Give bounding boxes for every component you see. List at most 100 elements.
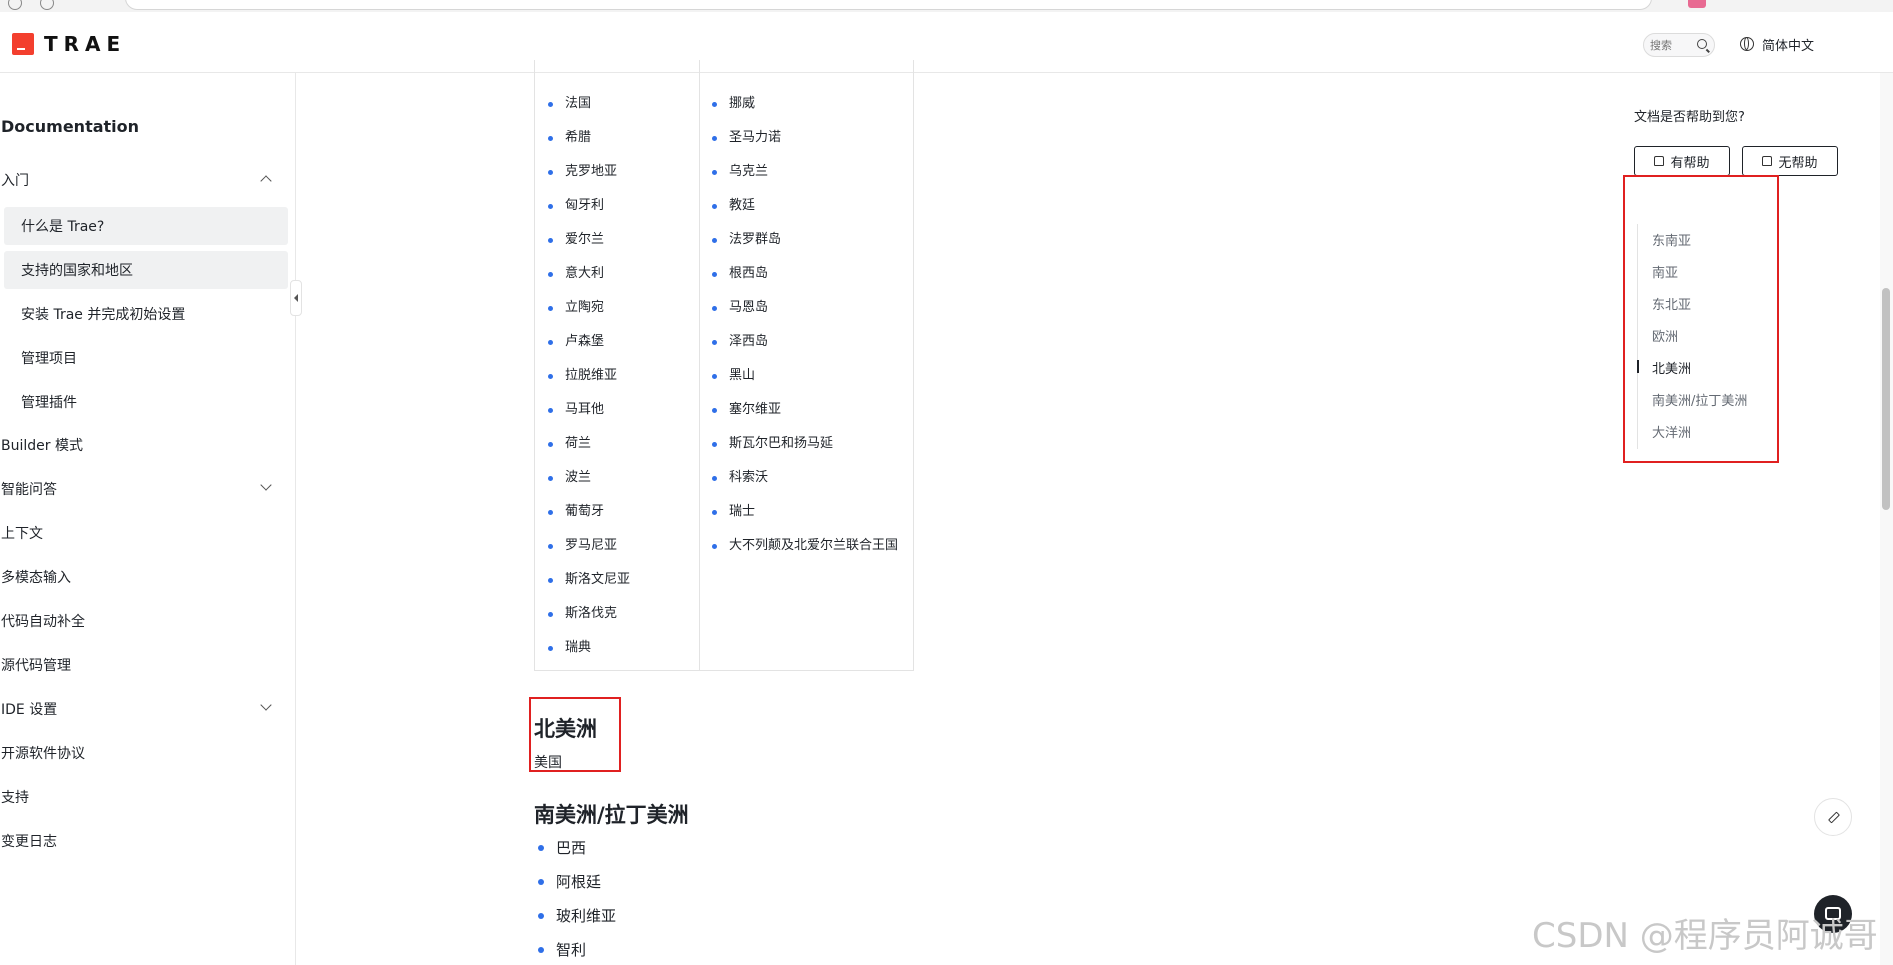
list-item-label: 阿根廷 — [556, 873, 602, 891]
bullet-icon — [538, 913, 544, 919]
table-cell-label: 罗马尼亚 — [565, 538, 618, 553]
sidebar-collapse-handle[interactable] — [290, 280, 302, 316]
table-cell-label: 乌克兰 — [729, 164, 769, 179]
watermark: CSDN @程序员阿诚哥 — [1532, 916, 1878, 956]
bullet-icon — [712, 102, 717, 107]
table-cell: 斯瓦尔巴和扬马延 — [712, 433, 904, 455]
bullet-icon — [548, 578, 553, 583]
helpful-label: 有帮助 — [1670, 155, 1710, 171]
scrollbar-thumb[interactable] — [1882, 288, 1890, 510]
reload-icon[interactable] — [40, 0, 54, 10]
table-cell: 挪威 — [712, 93, 904, 115]
sidebar-item-install[interactable]: 安装 Trae 并完成初始设置 — [4, 295, 288, 333]
table-cell: 马恩岛 — [712, 297, 904, 319]
back-icon[interactable] — [8, 0, 22, 10]
sidebar-item-builder[interactable]: Builder 模式 — [0, 426, 288, 464]
search-box[interactable] — [1643, 33, 1715, 57]
table-cell: 教廷 — [712, 195, 904, 217]
sidebar-item-label: 源代码管理 — [1, 658, 71, 674]
docs-sidebar: Documentation 入门 什么是 Trae? 支持的国家和地区 安装 T… — [0, 73, 296, 965]
bullet-icon — [548, 408, 553, 413]
list-item-label: 玻利维亚 — [556, 907, 617, 925]
sidebar-item-label: 智能问答 — [1, 482, 57, 498]
edit-page-button[interactable] — [1814, 798, 1852, 836]
sidebar-item-context[interactable]: 上下文 — [0, 514, 288, 552]
bullet-icon — [712, 204, 717, 209]
sidebar-item-what-is-trae[interactable]: 什么是 Trae? — [4, 207, 288, 245]
sidebar-item-label: 开源软件协议 — [1, 746, 85, 762]
sidebar-item-manage-plugins[interactable]: 管理插件 — [4, 383, 288, 421]
address-bar[interactable] — [125, 0, 1652, 10]
extension-icon[interactable] — [1688, 0, 1706, 8]
table-cell-label: 马耳他 — [565, 402, 605, 417]
table-cell: 科索沃 — [712, 467, 904, 489]
table-cell-label: 法国 — [565, 96, 592, 111]
helpful-button[interactable]: 有帮助 — [1634, 146, 1730, 176]
toc-item-north-america[interactable]: 北美洲 — [1652, 358, 1691, 377]
table-cell-label: 希腊 — [565, 130, 592, 145]
search-input[interactable] — [1650, 36, 1690, 54]
bullet-icon — [548, 306, 553, 311]
search-icon[interactable] — [1697, 39, 1707, 49]
toc-item-europe[interactable]: 欧洲 — [1652, 326, 1678, 345]
table-cell: 黑山 — [712, 365, 904, 387]
list-item-label: 巴西 — [556, 839, 587, 857]
sidebar-item-label: 上下文 — [1, 526, 43, 542]
table-cell-label: 斯瓦尔巴和扬马延 — [729, 436, 834, 451]
table-cell: 塞尔维亚 — [712, 399, 904, 421]
bullet-icon — [712, 476, 717, 481]
sidebar-item-oss-license[interactable]: 开源软件协议 — [0, 734, 288, 772]
sidebar-item-chat[interactable]: 智能问答 — [0, 470, 288, 508]
language-switcher[interactable]: 简体中文 — [1740, 33, 1814, 55]
table-cell-label: 科索沃 — [729, 470, 769, 485]
table-cell: 根西岛 — [712, 263, 904, 285]
bullet-icon — [548, 544, 553, 549]
toc-item-northeast-asia[interactable]: 东北亚 — [1652, 294, 1691, 313]
bullet-icon — [548, 476, 553, 481]
bullet-icon — [712, 374, 717, 379]
sidebar-item-autocomplete[interactable]: 代码自动补全 — [0, 602, 288, 640]
bullet-icon — [548, 170, 553, 175]
table-cell-label: 斯洛伐克 — [565, 606, 618, 621]
sidebar-item-supported-regions[interactable]: 支持的国家和地区 — [4, 251, 288, 289]
sidebar-item-support[interactable]: 支持 — [0, 778, 288, 816]
thumbs-up-icon — [1654, 156, 1665, 166]
sidebar-item-getting-started[interactable]: 入门 — [0, 161, 288, 199]
table-cell-label: 圣马力诺 — [729, 130, 782, 145]
bullet-icon — [548, 238, 553, 243]
table-cell-label: 匈牙利 — [565, 198, 605, 213]
chevron-up-icon — [260, 175, 272, 187]
bullet-icon — [712, 170, 717, 175]
table-cell-label: 瑞典 — [565, 640, 592, 655]
toc-item-south-america[interactable]: 南美洲/拉丁美洲 — [1652, 390, 1747, 409]
table-cell-label: 荷兰 — [565, 436, 592, 451]
toc-rail — [1637, 224, 1638, 449]
bullet-icon — [712, 442, 717, 447]
sidebar-item-ide-settings[interactable]: IDE 设置 — [0, 690, 288, 728]
bullet-icon — [548, 612, 553, 617]
bullet-icon — [548, 510, 553, 515]
page-scrollbar[interactable] — [1880, 73, 1893, 965]
list-item-label: 智利 — [556, 941, 587, 959]
sidebar-item-changelog[interactable]: 变更日志 — [0, 822, 288, 860]
list-item: 阿根廷 — [538, 871, 602, 892]
table-cell: 法罗群岛 — [712, 229, 904, 251]
sidebar-item-multimodal[interactable]: 多模态输入 — [0, 558, 288, 596]
sidebar-item-source-control[interactable]: 源代码管理 — [0, 646, 288, 684]
bullet-icon — [712, 544, 717, 549]
not-helpful-button[interactable]: 无帮助 — [1742, 146, 1838, 176]
bullet-icon — [538, 845, 544, 851]
language-label: 简体中文 — [1762, 38, 1815, 54]
sidebar-item-label: Builder 模式 — [1, 438, 83, 454]
sidebar-item-label: 支持 — [1, 790, 29, 806]
sidebar-item-label: 管理项目 — [21, 351, 77, 367]
bullet-icon — [548, 204, 553, 209]
bullet-icon — [712, 306, 717, 311]
trae-logo-icon[interactable] — [12, 33, 34, 55]
toc-item-south-asia[interactable]: 南亚 — [1652, 262, 1678, 281]
logo-text[interactable]: TRAE — [44, 32, 126, 56]
toc-active-marker — [1637, 360, 1639, 373]
toc-item-oceania[interactable]: 大洋洲 — [1652, 422, 1691, 441]
sidebar-item-manage-projects[interactable]: 管理项目 — [4, 339, 288, 377]
toc-item-southeast-asia[interactable]: 东南亚 — [1652, 230, 1691, 249]
